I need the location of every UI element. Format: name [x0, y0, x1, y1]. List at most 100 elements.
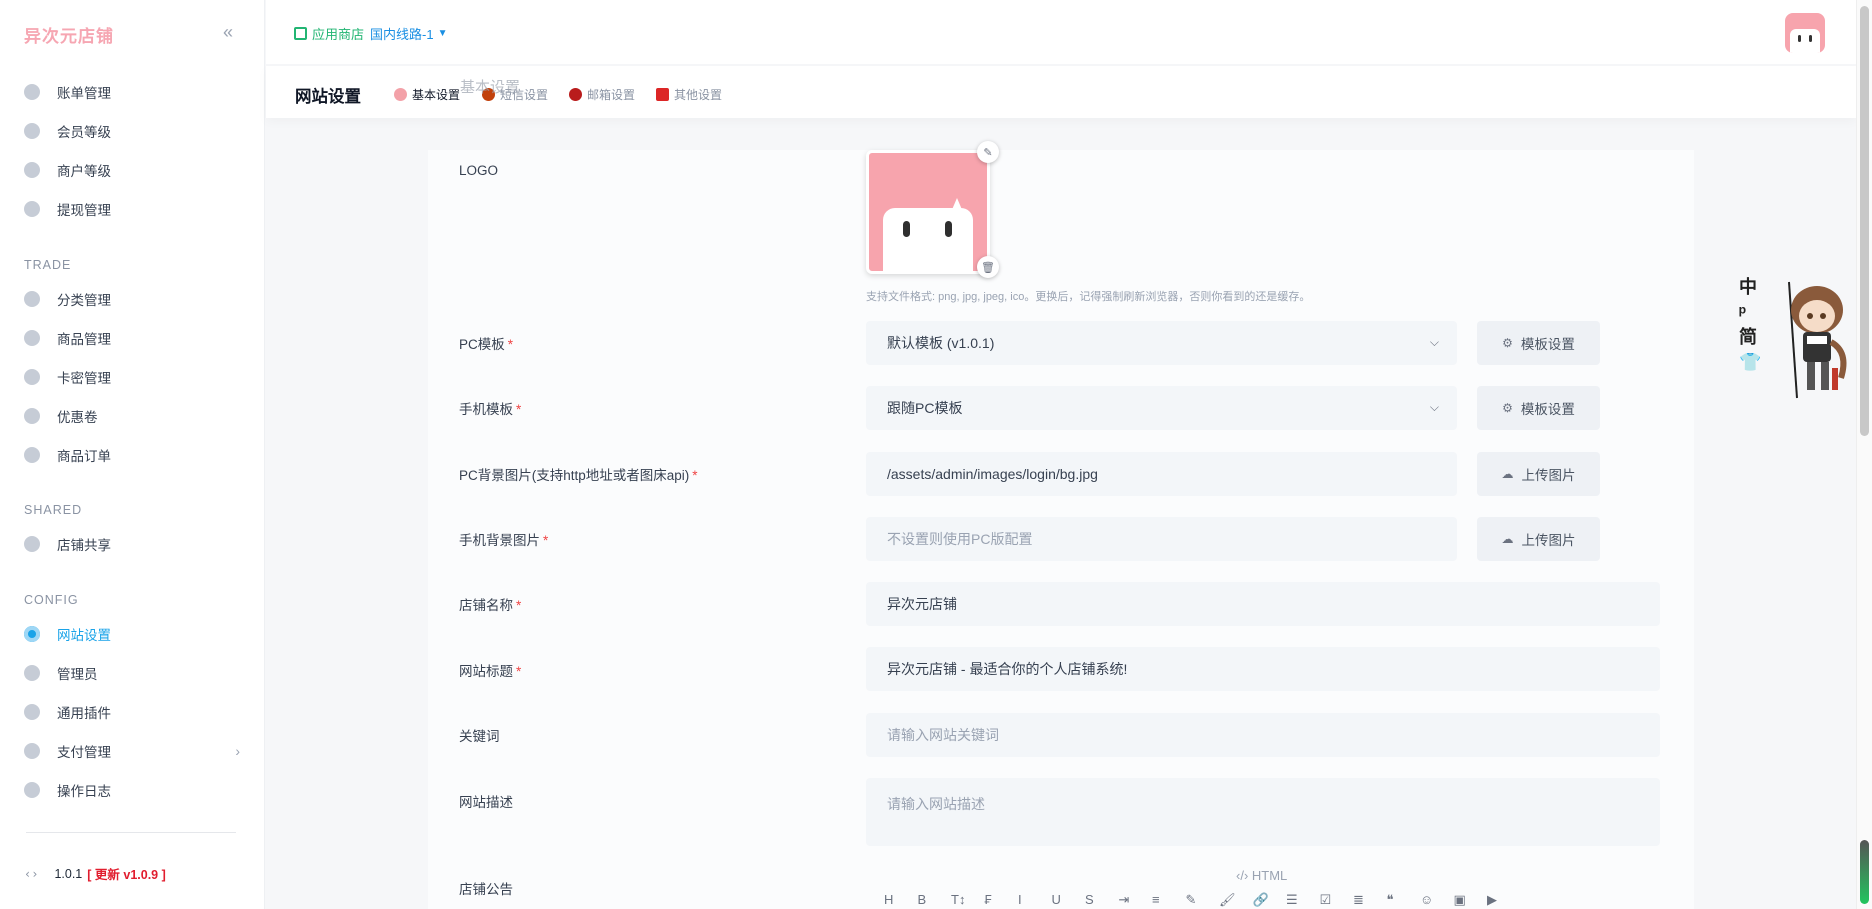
pc-template-select[interactable]: 默认模板 (v1.0.1) ⌵: [866, 321, 1457, 365]
code-icon: ‹/›: [1236, 868, 1252, 883]
category-icon: [24, 291, 40, 307]
sidebar-item-member-level[interactable]: 会员等级: [24, 116, 244, 146]
delete-icon[interactable]: 🗑: [977, 256, 999, 278]
sidebar-item-coupon[interactable]: 优惠卷: [24, 401, 244, 431]
emoji-tool[interactable]: ☺: [1420, 892, 1454, 908]
font-size-tool[interactable]: T↕: [951, 892, 985, 908]
chevron-right-icon: ›: [235, 743, 240, 759]
avatar[interactable]: [1785, 13, 1825, 53]
description-label: 网站描述: [459, 795, 513, 810]
brand-logo[interactable]: 异次元店铺: [24, 22, 114, 47]
shop-name-label: 店铺名称 *: [459, 598, 522, 613]
sidebar-item-plugin[interactable]: 通用插件: [24, 697, 244, 727]
sidebar-item-card-key[interactable]: 卡密管理: [24, 362, 244, 392]
italic-tool[interactable]: I: [1018, 892, 1052, 908]
merchant-level-icon: [24, 162, 40, 178]
pc-bg-label: PC背景图片(支持http地址或者图床api) *: [459, 468, 698, 483]
log-icon: [24, 782, 40, 798]
chevron-down-icon: ⌵: [1429, 335, 1439, 349]
update-link[interactable]: [ 更新 v1.0.9 ]: [87, 864, 166, 883]
indent-tool[interactable]: ⇥: [1119, 892, 1153, 908]
sidebar-item-merchant-level[interactable]: 商户等级: [24, 155, 244, 185]
other-settings-icon: [656, 88, 669, 101]
sidebar-item-bill[interactable]: 账单管理: [24, 77, 244, 107]
sidebar-item-order[interactable]: 商品订单: [24, 440, 244, 470]
pc-template-settings-button[interactable]: ⚙ 模板设置: [1477, 321, 1600, 365]
page-title: 网站设置: [295, 88, 361, 106]
quote-tool[interactable]: ❝: [1387, 892, 1421, 908]
heading-tool[interactable]: H: [884, 892, 918, 908]
scrollbar-thumb[interactable]: [1860, 6, 1869, 436]
sidebar-item-site-settings[interactable]: 网站设置: [24, 619, 244, 649]
tab-email[interactable]: 邮箱设置: [569, 86, 635, 103]
sidebar-item-payment[interactable]: 支付管理 ›: [24, 736, 244, 766]
keywords-input[interactable]: 请输入网站关键词: [866, 713, 1660, 757]
plugin-icon: [24, 704, 40, 720]
collapse-sidebar-icon[interactable]: «: [218, 22, 238, 42]
mobile-bg-upload-button[interactable]: ☁ 上传图片: [1477, 517, 1600, 561]
align-tool[interactable]: ≣: [1353, 892, 1387, 908]
member-level-icon: [24, 123, 40, 139]
tab-other[interactable]: 其他设置: [656, 86, 722, 103]
mobile-bg-label: 手机背景图片 *: [459, 533, 549, 548]
bill-icon: [24, 84, 40, 100]
topbar: 应用商店 国内线路-1 ▼: [266, 0, 1856, 64]
mobile-bg-input[interactable]: 不设置则使用PC版配置: [866, 517, 1457, 561]
site-title-input[interactable]: 异次元店铺 - 最适合你的个人店铺系统!: [866, 647, 1660, 691]
pc-template-label: PC模板 *: [459, 337, 514, 352]
sidebar-divider: [26, 832, 236, 833]
brush-tool[interactable]: 🖌: [1219, 892, 1253, 908]
share-icon: [24, 536, 40, 552]
sidebar-item-admin[interactable]: 管理员: [24, 658, 244, 688]
sidebar-item-share[interactable]: 店铺共享: [24, 529, 244, 559]
keywords-label: 关键词: [459, 729, 500, 744]
chevron-down-icon: ▼: [437, 28, 448, 39]
font-tool[interactable]: ₣: [985, 892, 1019, 908]
video-tool[interactable]: ▶: [1487, 892, 1521, 908]
line-label: 国内线路-1: [370, 27, 434, 42]
shop-name-input[interactable]: 异次元店铺: [866, 582, 1660, 626]
html-toggle[interactable]: ‹/› HTML: [1236, 868, 1287, 883]
cloud-upload-icon: ☁: [1501, 467, 1514, 481]
mascot-widget[interactable]: 中 ᵖ 简 👕: [1737, 272, 1857, 402]
edit-icon[interactable]: ✎: [977, 141, 999, 163]
editor-toolbar: H B T↕ ₣ I U S ⇥ ≡ ✎ 🖌 🔗 ☰ ☑ ≣ ❝ ☺ ▣ ▶: [884, 892, 1521, 908]
bold-tool[interactable]: B: [918, 892, 952, 908]
section-trade: TRADE: [24, 258, 72, 272]
tab-basic[interactable]: 基本设置: [394, 86, 460, 103]
section-shared: SHARED: [24, 503, 83, 517]
store-label: 应用商店: [312, 27, 365, 42]
pen-tool[interactable]: ✎: [1186, 892, 1220, 908]
checklist-tool[interactable]: ☑: [1320, 892, 1354, 908]
app-store-selector[interactable]: 应用商店 国内线路-1 ▼: [294, 24, 447, 43]
sidebar-item-withdraw[interactable]: 提现管理: [24, 194, 244, 224]
version-info: ‹› 1.0.1 [ 更新 v1.0.9 ]: [24, 864, 166, 883]
code-icon: ‹›: [24, 866, 39, 881]
underline-tool[interactable]: U: [1052, 892, 1086, 908]
link-tool[interactable]: 🔗: [1253, 892, 1287, 908]
product-icon: [24, 330, 40, 346]
strikethrough-tool[interactable]: S: [1085, 892, 1119, 908]
logo-label: LOGO: [459, 163, 499, 178]
mobile-template-label: 手机模板 *: [459, 402, 522, 417]
page-scrollbar[interactable]: [1856, 0, 1872, 909]
line-height-tool[interactable]: ≡: [1152, 892, 1186, 908]
pc-bg-input[interactable]: /assets/admin/images/login/bg.jpg: [866, 452, 1457, 496]
withdraw-icon: [24, 201, 40, 217]
image-tool[interactable]: ▣: [1454, 892, 1488, 908]
site-title-label: 网站标题 *: [459, 664, 522, 679]
sidebar-item-product[interactable]: 商品管理: [24, 323, 244, 353]
pc-bg-upload-button[interactable]: ☁ 上传图片: [1477, 452, 1600, 496]
sidebar-item-category[interactable]: 分类管理: [24, 284, 244, 314]
payment-icon: [24, 743, 40, 759]
sidebar-item-log[interactable]: 操作日志: [24, 775, 244, 805]
mobile-template-select[interactable]: 跟随PC模板 ⌵: [866, 386, 1457, 430]
cloud-upload-icon: ☁: [1501, 532, 1514, 546]
mobile-template-settings-button[interactable]: ⚙ 模板设置: [1477, 386, 1600, 430]
store-icon: [294, 27, 307, 40]
scroll-progress-indicator: [1860, 840, 1869, 904]
list-tool[interactable]: ☰: [1286, 892, 1320, 908]
basic-settings-icon: [394, 88, 407, 101]
logo-hint: 支持文件格式: png, jpg, jpeg, ico。更换后，记得强制刷新浏览…: [866, 291, 1311, 303]
description-textarea[interactable]: 请输入网站描述: [866, 778, 1660, 846]
